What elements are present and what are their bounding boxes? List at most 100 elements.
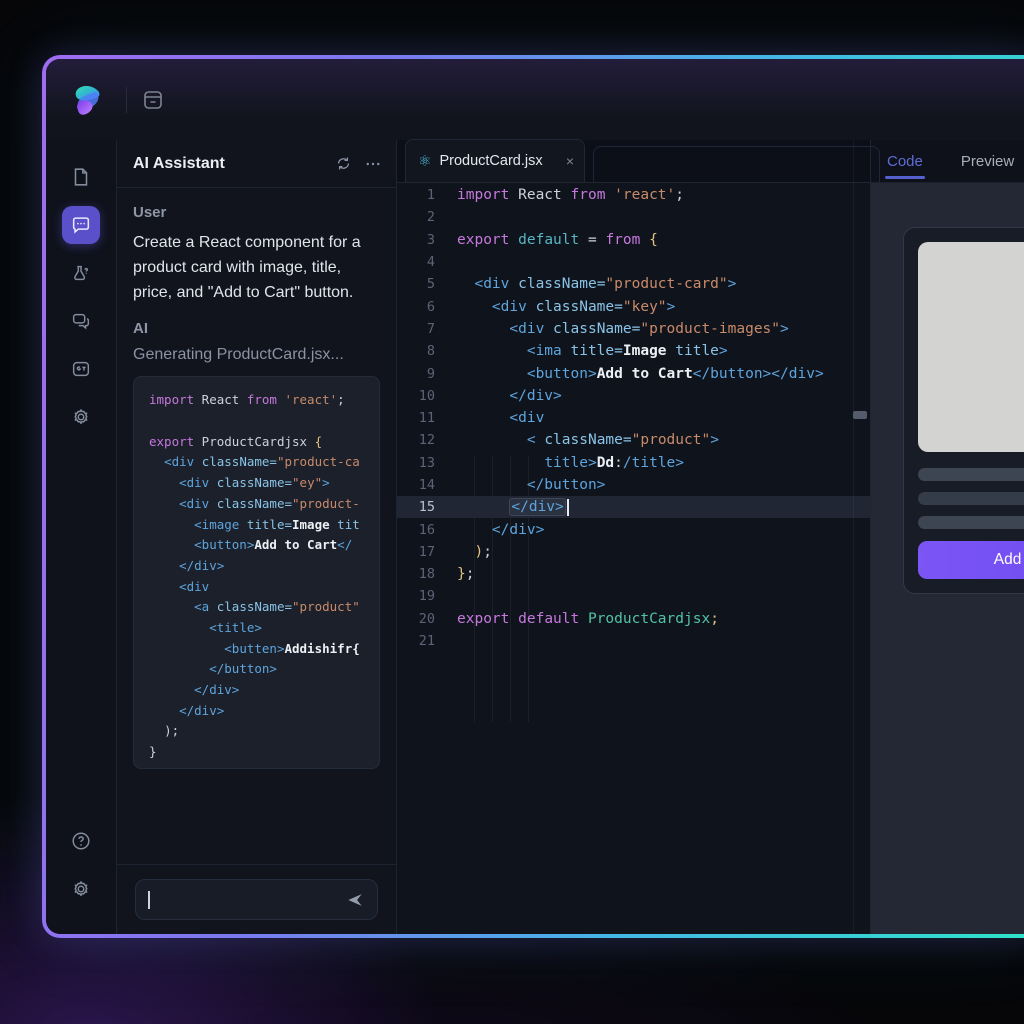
chat-input[interactable] [135, 879, 378, 920]
skeleton-line [918, 516, 1024, 529]
preview-panel: Code Preview Add to Cart [871, 140, 1024, 934]
user-role-label: User [133, 204, 167, 221]
assistant-header: AI Assistant [117, 140, 396, 188]
editor-scrollbar-thumb[interactable] [853, 411, 867, 419]
code-line[interactable]: 16 </div> [397, 518, 870, 540]
code-line[interactable]: 19 [397, 585, 870, 607]
code-line[interactable]: 15 </div> [397, 496, 870, 519]
chats-icon [72, 313, 90, 330]
line-number: 4 [426, 254, 435, 271]
line-number: 17 [418, 543, 435, 560]
code-line[interactable]: 18}; [397, 563, 870, 585]
code-line: <div className="product- [179, 495, 360, 511]
code-line: ); [164, 723, 180, 739]
refresh-icon[interactable] [335, 155, 352, 172]
react-icon: ⚛ [418, 152, 432, 170]
code-line[interactable]: 5 <div className="product-card"> [397, 273, 870, 295]
line-number: 21 [418, 633, 435, 650]
code-line[interactable]: 6 <div className="key"> [397, 295, 870, 317]
file-icon [74, 168, 88, 186]
sidebar-item-terminal[interactable] [62, 350, 100, 388]
line-number: 7 [426, 320, 435, 337]
sidebar-item-files[interactable] [62, 158, 100, 196]
assistant-panel: AI Assistant User Create a React compone… [117, 140, 397, 934]
tab-code[interactable]: Code [885, 140, 925, 183]
more-icon[interactable] [364, 155, 382, 173]
code-line[interactable]: 8 <ima title=Image title> [397, 340, 870, 362]
generation-status: Generating ProductCard.jsx... [133, 346, 344, 364]
main-area: AI Assistant User Create a React compone… [46, 139, 1024, 934]
sidebar-item-experiments[interactable] [62, 254, 100, 292]
line-number: 20 [418, 610, 435, 627]
ai-role-label: AI [133, 320, 148, 338]
code-line[interactable]: 14 </button> [397, 474, 870, 496]
sidebar-item-settings[interactable] [62, 398, 100, 436]
code-line: <div [179, 578, 210, 594]
sidebar-item-chat[interactable] [62, 206, 100, 244]
topbar [46, 59, 1024, 140]
assistant-title: AI Assistant [133, 154, 225, 172]
code-line: <div className="ey"> [179, 475, 330, 491]
sidebar-rail [46, 140, 117, 934]
preview-body: Add to Cart [871, 183, 1024, 934]
line-number: 2 [426, 209, 435, 226]
editor-code-area[interactable]: 1 import React from 'react'; 2 3 export defa… [397, 183, 870, 934]
panel-icon[interactable] [141, 88, 165, 112]
code-line[interactable]: 12 < className="product"> [397, 429, 870, 451]
code-line[interactable]: 21 [397, 630, 870, 652]
code-line[interactable]: 20 export default ProductCardjsx; [397, 608, 870, 630]
code-line: <button>Add to Cart</ [194, 537, 353, 553]
tab-preview[interactable]: Preview [961, 140, 1014, 183]
code-line: <title> [209, 619, 262, 635]
code-line[interactable]: 2 [397, 206, 870, 228]
code-line[interactable]: 1 import React from 'react'; [397, 184, 870, 206]
editor-panel: ⚛ ProductCard.jsx × 1 import React from '… [397, 139, 880, 934]
gear-icon [74, 881, 88, 897]
text-caret [148, 890, 150, 909]
terminal-icon [72, 361, 90, 377]
chat-icon [72, 217, 90, 234]
code-line: } [149, 744, 157, 760]
line-number: 6 [426, 298, 435, 315]
empty-tab-slot [593, 146, 880, 183]
assistant-conversation: User Create a React component for a prod… [117, 188, 396, 864]
assistant-code-block: import React from 'react'; export Product… [133, 376, 380, 770]
preview-tabbar: Code Preview [871, 140, 1024, 183]
skeleton-line [918, 492, 1024, 505]
line-number: 8 [426, 343, 435, 360]
code-line: <butten>Addishifr{ [224, 640, 360, 656]
gear-icon [74, 409, 88, 425]
line-number: 13 [418, 454, 435, 471]
code-line: </button> [209, 661, 277, 677]
tab-productcard-jsx[interactable]: ⚛ ProductCard.jsx × [405, 139, 585, 182]
code-line[interactable]: 10 </div> [397, 385, 870, 407]
code-line[interactable]: 4 [397, 251, 870, 273]
add-to-cart-button[interactable]: Add to Cart [918, 541, 1024, 579]
line-number: 19 [418, 588, 435, 605]
line-number: 10 [418, 387, 435, 404]
skeleton-line [918, 468, 1024, 481]
code-line[interactable]: 3 export default = from { [397, 229, 870, 251]
tab-close-icon[interactable]: × [566, 153, 574, 169]
tab-title: ProductCard.jsx [439, 153, 543, 169]
code-line[interactable]: 11 <div [397, 407, 870, 429]
code-line[interactable]: 7 <div className="product-images"> [397, 318, 870, 340]
user-message: Create a React component for a product c… [133, 234, 361, 301]
code-line[interactable]: 17 ); [397, 541, 870, 563]
code-line[interactable]: 13 title>Dd:/title> [397, 452, 870, 474]
topbar-divider [126, 86, 127, 113]
sidebar-item-help[interactable] [62, 822, 100, 860]
line-number: 12 [418, 432, 435, 449]
code-line: <image title=Image tit [194, 516, 360, 532]
sidebar-item-conversations[interactable] [62, 302, 100, 340]
code-line: <a className="product" [194, 599, 360, 615]
code-line[interactable]: 9 <button>Add to Cart</button></div> [397, 362, 870, 384]
line-number: 1 [426, 187, 435, 204]
line-number: 18 [418, 566, 435, 583]
code-line: </div> [179, 702, 225, 718]
sidebar-item-preferences[interactable] [62, 870, 100, 908]
send-icon[interactable] [345, 890, 365, 910]
image-placeholder [918, 242, 1024, 452]
app-logo [75, 85, 100, 115]
